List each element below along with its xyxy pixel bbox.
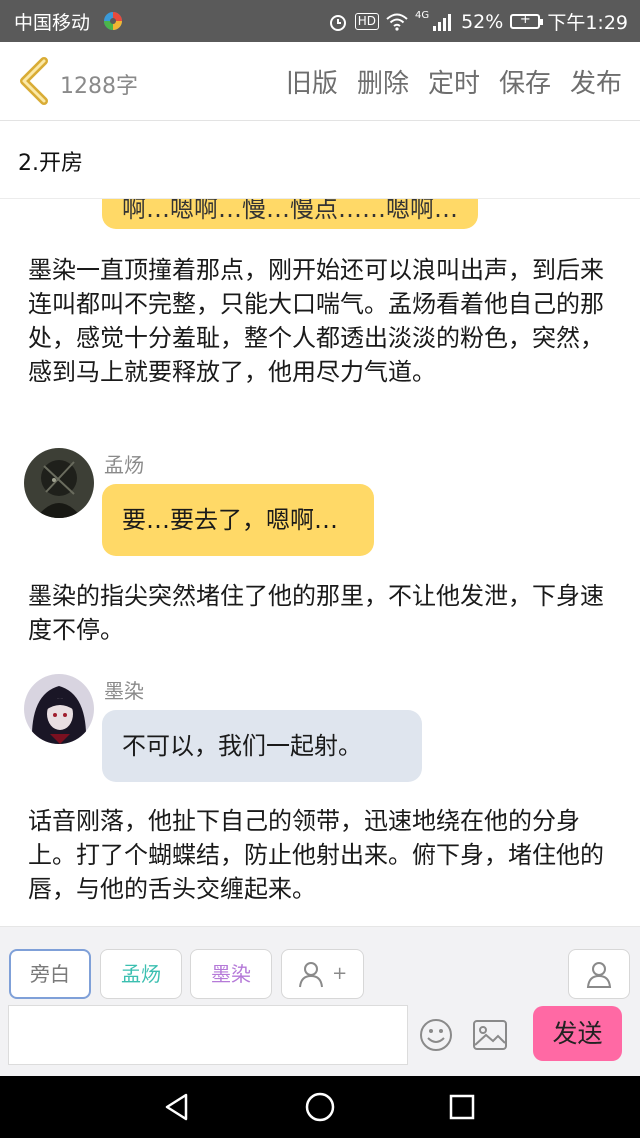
battery-percent: 52% [461, 10, 504, 33]
save-button[interactable]: 保存 [499, 63, 551, 100]
publish-button[interactable]: 发布 [570, 63, 622, 100]
message-input[interactable] [8, 1005, 408, 1065]
add-role-button[interactable]: + [281, 949, 364, 999]
toolbar-actions: 旧版 删除 定时 保存 发布 [286, 63, 622, 100]
schedule-button[interactable]: 定时 [428, 63, 480, 100]
nav-recents-icon[interactable] [448, 1093, 476, 1121]
alarm-icon [329, 14, 346, 31]
chapter-title: 2.开房 [18, 151, 83, 176]
user-icon [586, 961, 612, 988]
speaker-name: 孟炀 [104, 453, 144, 477]
avatar-moran[interactable] [24, 674, 94, 744]
story-content[interactable]: 啊…嗯啊…慢…慢点……嗯啊… 墨染一直顶撞着那点，刚开始还可以浪叫出声，到后来连… [0, 199, 640, 926]
status-bar: 中国移动 HD 4G 52% + 下午1:29 [0, 0, 640, 42]
delete-button[interactable]: 删除 [357, 63, 409, 100]
nav-home-icon[interactable] [304, 1091, 336, 1123]
editor-toolbar: 1288字 旧版 删除 定时 保存 发布 [0, 42, 640, 121]
send-button[interactable]: 发送 [533, 1006, 622, 1061]
role-narrator-button[interactable]: 旁白 [9, 949, 91, 999]
image-icon[interactable] [472, 1019, 508, 1051]
role-moran-button[interactable]: 墨染 [190, 949, 272, 999]
speaker-name: 墨染 [104, 679, 144, 703]
clock: 下午1:29 [547, 12, 628, 34]
add-role-plus: + [332, 963, 348, 984]
message-bubble-partial[interactable]: 啊…嗯啊…慢…慢点……嗯啊… [102, 199, 478, 229]
composer: 旁白 孟炀 墨染 + 发送 [0, 926, 640, 1077]
character-manage-button[interactable] [568, 949, 630, 999]
system-nav-bar [0, 1076, 640, 1138]
old-version-button[interactable]: 旧版 [286, 63, 338, 100]
carrier-logo-icon [104, 12, 122, 30]
avatar-mengyang[interactable] [24, 448, 94, 518]
wifi-icon [386, 13, 408, 31]
hd-icon: HD [354, 13, 379, 30]
word-count: 1288字 [60, 74, 138, 99]
emoji-icon[interactable] [418, 1017, 454, 1053]
nav-back-icon[interactable] [162, 1092, 192, 1122]
back-chevron-icon[interactable] [14, 56, 54, 106]
avatar-image [24, 448, 94, 518]
carrier-label: 中国移动 [14, 12, 91, 34]
message-bubble[interactable]: 要…要去了，嗯啊… [102, 484, 374, 556]
signal-icon [433, 13, 452, 31]
narration-paragraph[interactable]: 话音刚落，他扯下自己的领带，迅速地绕在他的分身上。打了个蝴蝶结，防止他射出来。俯… [28, 804, 618, 906]
battery-charging-icon: + [510, 12, 544, 29]
add-user-icon [298, 961, 323, 987]
network-type-label: 4G [414, 10, 430, 21]
message-bubble[interactable]: 不可以，我们一起射。 [102, 710, 422, 782]
chapter-header[interactable]: 2.开房 [0, 121, 640, 199]
avatar-image [24, 674, 94, 744]
narration-paragraph[interactable]: 墨染一直顶撞着那点，刚开始还可以浪叫出声，到后来连叫都叫不完整，只能大口喘气。孟… [28, 253, 618, 389]
role-mengyang-button[interactable]: 孟炀 [100, 949, 182, 999]
narration-paragraph[interactable]: 墨染的指尖突然堵住了他的那里，不让他发泄，下身速度不停。 [28, 579, 618, 647]
